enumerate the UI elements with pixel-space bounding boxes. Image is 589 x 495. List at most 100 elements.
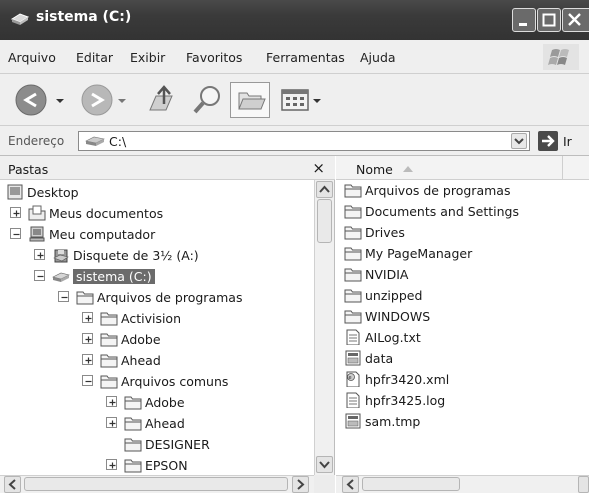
drive-icon: [52, 272, 70, 282]
windows-logo-icon: [543, 44, 579, 70]
tree-item-icon: [52, 247, 70, 263]
column-header-name[interactable]: Nome: [336, 156, 563, 180]
scroll-down-button[interactable]: [316, 456, 333, 473]
expand-plus-icon: [109, 399, 116, 406]
scroll-thumb[interactable]: [317, 199, 332, 243]
file-item-icon: [344, 392, 362, 409]
folder-tree-horizontal-scrollbar[interactable]: [0, 475, 314, 493]
file-item-label: Arquivos de programas: [365, 183, 511, 198]
tree-expander[interactable]: [34, 249, 45, 260]
tree-expander[interactable]: [10, 207, 21, 218]
maximize-button[interactable]: [537, 8, 561, 32]
close-icon: [568, 13, 581, 26]
close-icon[interactable]: ×: [312, 159, 325, 177]
file-item-icon: [344, 245, 362, 261]
folder-icon: [344, 247, 362, 261]
folder-icon: [344, 268, 362, 282]
expand-plus-icon: [37, 252, 44, 259]
tree-item-label: Activision: [121, 311, 182, 326]
tree-expander[interactable]: [106, 396, 117, 407]
scroll-left-button[interactable]: [4, 476, 21, 493]
tree-item-icon: [100, 373, 118, 389]
scroll-left-button[interactable]: [342, 476, 359, 493]
tree-expander[interactable]: [82, 333, 93, 344]
scroll-up-button[interactable]: [316, 181, 333, 198]
menu-arquivo[interactable]: Arquivo: [8, 50, 56, 65]
scroll-right-button[interactable]: [292, 476, 309, 493]
tree-item-label: DESIGNER: [145, 437, 210, 452]
tree-expander[interactable]: [106, 459, 117, 470]
tree-item-label: Ahead: [145, 416, 185, 431]
scroll-thumb[interactable]: [24, 477, 288, 491]
collapse-minus-icon: [85, 380, 92, 383]
title-bar[interactable]: sistema (C:): [0, 0, 589, 40]
folders-button[interactable]: [230, 82, 270, 118]
forward-button[interactable]: [80, 82, 132, 118]
collapse-minus-icon: [61, 296, 68, 299]
tree-expander[interactable]: [82, 375, 93, 386]
file-item-icon: [344, 266, 362, 282]
go-button[interactable]: [538, 131, 558, 151]
tree-item-icon: [124, 436, 142, 452]
tree-item-icon: [6, 184, 24, 200]
folder-icon: [100, 333, 118, 347]
drive-icon: [10, 13, 30, 25]
tree-expander[interactable]: [34, 270, 45, 281]
desktop-icon: [7, 184, 23, 200]
minimize-button[interactable]: [512, 8, 536, 32]
arrow-right-icon: [542, 135, 555, 147]
tree-expander[interactable]: [82, 312, 93, 323]
file-item-label: hpfr3420.xml: [365, 372, 450, 387]
folders-pane-header: Pastas ×: [0, 156, 335, 180]
tree-item-label: Ahead: [121, 353, 161, 368]
file-list-horizontal-scrollbar[interactable]: [336, 475, 589, 493]
menu-editar[interactable]: Editar: [76, 50, 113, 65]
up-folder-button[interactable]: [144, 82, 180, 118]
window-title: sistema (C:): [36, 9, 132, 25]
xml-file-icon: e: [346, 371, 360, 388]
tree-expander[interactable]: [10, 228, 21, 239]
tree-expander[interactable]: [106, 417, 117, 428]
folder-icon: [344, 226, 362, 240]
scroll-right-button[interactable]: [578, 476, 589, 493]
file-item-icon: [344, 350, 362, 366]
files-pane: Nome Arquivos de programas Documents and …: [336, 156, 589, 493]
search-button[interactable]: [190, 82, 226, 118]
tree-expander[interactable]: [58, 291, 69, 302]
svg-text:e: e: [349, 375, 352, 381]
address-label: Endereço: [8, 134, 65, 148]
tree-item-label: Meus documentos: [49, 206, 164, 221]
address-dropdown-button[interactable]: [511, 133, 527, 149]
folder-icon: [344, 184, 362, 198]
expand-plus-icon: [85, 357, 92, 364]
address-field[interactable]: C:\: [78, 131, 530, 151]
menu-favoritos[interactable]: Favoritos: [186, 50, 242, 65]
tree-item-icon: [124, 394, 142, 410]
folder-tree-vertical-scrollbar[interactable]: [314, 180, 334, 475]
tree-item-label: Arquivos de programas: [97, 290, 243, 305]
file-item-label: WINDOWS: [365, 309, 431, 324]
folder-icon: [344, 205, 362, 219]
file-item-label: unzipped: [365, 288, 423, 303]
file-item-label: AILog.txt: [365, 330, 421, 345]
menu-bar: Arquivo Editar Exibir Favoritos Ferramen…: [0, 40, 589, 74]
sort-ascending-icon: [403, 166, 413, 172]
back-button[interactable]: [14, 82, 74, 118]
menu-ferramentas[interactable]: Ferramentas: [266, 50, 345, 65]
close-button[interactable]: [562, 8, 589, 32]
drive-icon: [85, 136, 105, 146]
scroll-thumb[interactable]: [362, 477, 460, 491]
folder-icon: [100, 312, 118, 326]
folder-icon: [100, 354, 118, 368]
go-label[interactable]: Ir: [563, 134, 572, 149]
tree-expander[interactable]: [82, 354, 93, 365]
back-arrow-icon: [15, 84, 64, 116]
menu-ajuda[interactable]: Ajuda: [360, 50, 396, 65]
menu-exibir[interactable]: Exibir: [130, 50, 165, 65]
tree-item-label: Adobe: [145, 395, 185, 410]
views-button[interactable]: [278, 82, 326, 118]
tree-item-icon: [124, 457, 142, 473]
expand-plus-icon: [109, 420, 116, 427]
file-item-label: data: [365, 351, 394, 366]
folder-icon: [100, 375, 118, 389]
